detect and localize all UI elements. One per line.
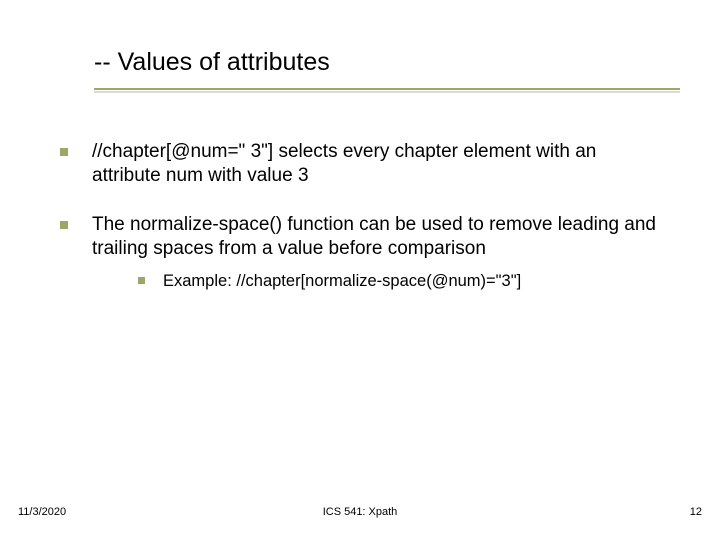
underline-shadow [94, 91, 680, 93]
bullet-text: The normalize-space() function can be us… [92, 213, 660, 262]
sub-bullet-text: Example: //chapter[normalize-space(@num)… [163, 271, 521, 292]
body-area: //chapter[@num=" 3"] selects every chapt… [60, 140, 660, 293]
title-area: -- Values of attributes [94, 48, 680, 77]
slide: -- Values of attributes //chapter[@num="… [0, 0, 720, 540]
bullet-text: //chapter[@num=" 3"] selects every chapt… [92, 140, 660, 189]
bullet-item: //chapter[@num=" 3"] selects every chapt… [60, 140, 660, 189]
underline-line [94, 88, 680, 90]
square-bullet-icon [60, 148, 68, 156]
sub-bullet-item: Example: //chapter[normalize-space(@num)… [138, 271, 660, 292]
slide-title: -- Values of attributes [94, 48, 330, 76]
square-bullet-icon [60, 221, 68, 229]
page-number: 12 [690, 506, 702, 518]
footer-center: ICS 541: Xpath [0, 506, 720, 518]
title-underline [0, 88, 720, 90]
bullet-item: The normalize-space() function can be us… [60, 213, 660, 262]
square-bullet-icon [138, 277, 145, 284]
footer: 11/3/2020 ICS 541: Xpath 12 [0, 498, 720, 518]
